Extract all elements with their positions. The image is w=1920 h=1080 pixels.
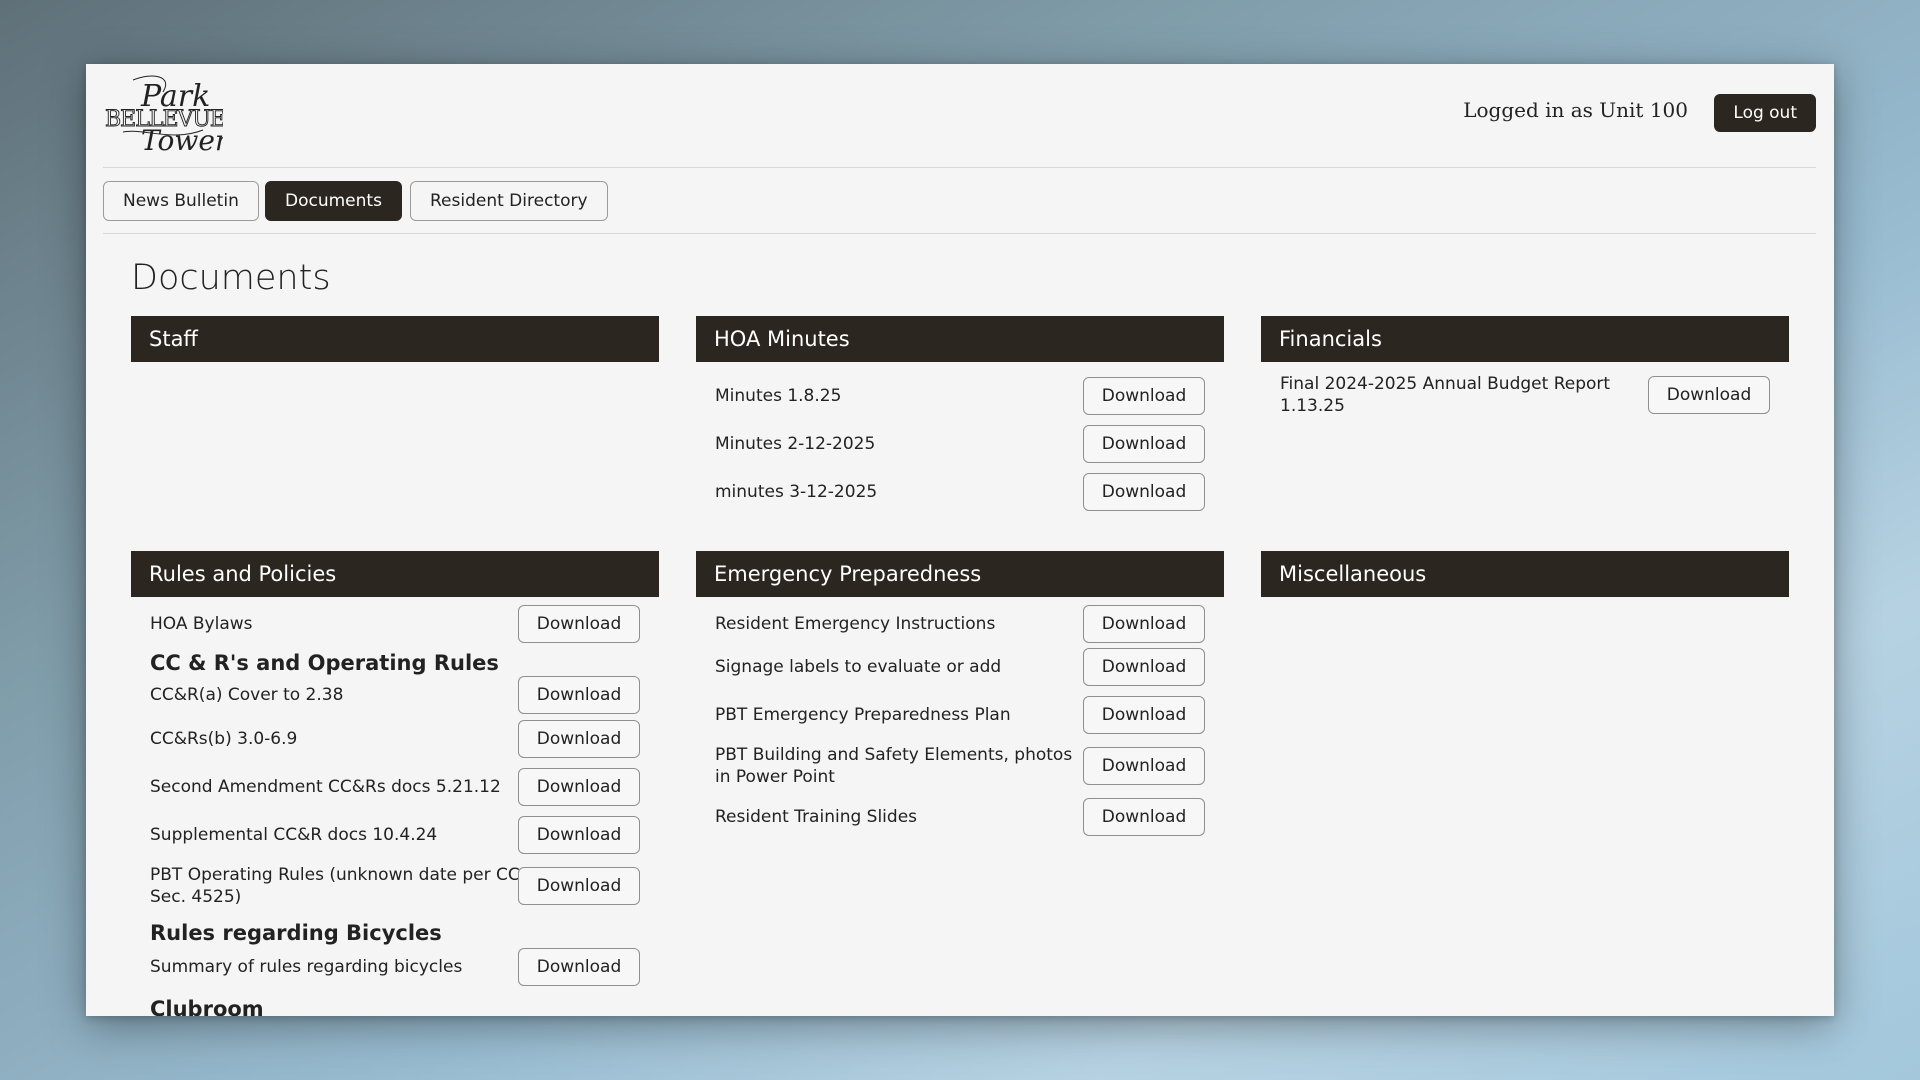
download-button[interactable]: Download xyxy=(1648,376,1770,414)
section-financials: Financials Final 2024-2025 Annual Budget… xyxy=(1261,316,1789,420)
document-name: CC&R(a) Cover to 2.38 xyxy=(150,685,344,705)
download-button[interactable]: Download xyxy=(1083,425,1205,463)
download-button[interactable]: Download xyxy=(518,605,640,643)
section-miscellaneous: Miscellaneous xyxy=(1261,551,1789,597)
download-button[interactable]: Download xyxy=(518,948,640,986)
list-item: Final 2024-2025 Annual Budget Report 1.1… xyxy=(1261,370,1789,420)
section-header-rules: Rules and Policies xyxy=(131,551,659,597)
list-item: PBT Building and Safety Elements, photos… xyxy=(696,739,1224,793)
document-name: Resident Training Slides xyxy=(715,807,918,827)
download-button[interactable]: Download xyxy=(1083,473,1205,511)
browser-window: Park BELLEVUE Tower Logged in as Unit 10… xyxy=(86,64,1834,1016)
document-name: Resident Emergency Instructions xyxy=(715,614,996,634)
subheading-clubroom: Clubroom xyxy=(150,997,264,1016)
document-name: Summary of rules regarding bicycles xyxy=(150,957,463,977)
list-item: Supplemental CC&R docs 10.4.24 Download xyxy=(131,811,659,859)
download-button[interactable]: Download xyxy=(518,816,640,854)
document-name: PBT Operating Rules (unknown date per CC… xyxy=(150,865,520,907)
login-status: Logged in as Unit 100 xyxy=(1463,98,1688,122)
download-button[interactable]: Download xyxy=(518,676,640,714)
list-item: Signage labels to evaluate or add Downlo… xyxy=(696,643,1224,691)
document-name: Supplemental CC&R docs 10.4.24 xyxy=(150,825,438,845)
tab-resident-directory[interactable]: Resident Directory xyxy=(410,181,608,221)
subheading-ccrs: CC & R's and Operating Rules xyxy=(150,651,499,675)
section-hoa-minutes: HOA Minutes Minutes 1.8.25 Download Minu… xyxy=(696,316,1224,516)
tab-news-bulletin[interactable]: News Bulletin xyxy=(103,181,259,221)
logout-button[interactable]: Log out xyxy=(1714,94,1816,132)
list-item: CC&R(a) Cover to 2.38 Download xyxy=(131,675,659,715)
top-bar: Park BELLEVUE Tower Logged in as Unit 10… xyxy=(103,64,1816,168)
svg-text:Tower: Tower xyxy=(141,124,223,156)
list-item: PBT Emergency Preparedness Plan Download xyxy=(696,691,1224,739)
list-item: PBT Operating Rules (unknown date per CC… xyxy=(131,859,659,913)
document-name: PBT Emergency Preparedness Plan xyxy=(715,705,1011,725)
download-button[interactable]: Download xyxy=(1083,747,1205,785)
page-title: Documents xyxy=(131,258,331,298)
nav-tabs: News Bulletin Documents Resident Directo… xyxy=(103,168,1816,234)
download-button[interactable]: Download xyxy=(518,768,640,806)
document-name: Signage labels to evaluate or add xyxy=(715,657,1002,677)
section-staff: Staff xyxy=(131,316,659,362)
section-header-miscellaneous: Miscellaneous xyxy=(1261,551,1789,597)
download-button[interactable]: Download xyxy=(1083,696,1205,734)
section-header-hoa-minutes: HOA Minutes xyxy=(696,316,1224,362)
subheading-bicycles: Rules regarding Bicycles xyxy=(150,921,442,945)
download-button[interactable]: Download xyxy=(1083,798,1205,836)
download-button[interactable]: Download xyxy=(518,867,640,905)
download-button[interactable]: Download xyxy=(1083,605,1205,643)
section-header-financials: Financials xyxy=(1261,316,1789,362)
list-item: Resident Training Slides Download xyxy=(696,793,1224,841)
list-item: HOA Bylaws Download xyxy=(131,605,659,643)
download-button[interactable]: Download xyxy=(518,720,640,758)
list-item: CC&Rs(b) 3.0-6.9 Download xyxy=(131,715,659,763)
list-item: minutes 3-12-2025 Download xyxy=(696,468,1224,516)
download-button[interactable]: Download xyxy=(1083,648,1205,686)
section-rules-and-policies: Rules and Policies HOA Bylaws Download C… xyxy=(131,551,659,1016)
list-item: Minutes 2-12-2025 Download xyxy=(696,420,1224,468)
list-item: Resident Emergency Instructions Download xyxy=(696,605,1224,643)
document-name: Minutes 1.8.25 xyxy=(715,386,842,406)
download-button[interactable]: Download xyxy=(1083,377,1205,415)
list-item: Second Amendment CC&Rs docs 5.21.12 Down… xyxy=(131,763,659,811)
park-bellevue-tower-logo[interactable]: Park BELLEVUE Tower xyxy=(103,72,230,157)
document-name: minutes 3-12-2025 xyxy=(715,482,878,502)
document-name: Final 2024-2025 Annual Budget Report 1.1… xyxy=(1280,374,1611,416)
document-name: CC&Rs(b) 3.0-6.9 xyxy=(150,729,298,749)
tab-documents[interactable]: Documents xyxy=(265,181,402,221)
document-name: Minutes 2-12-2025 xyxy=(715,434,876,454)
document-name: PBT Building and Safety Elements, photos… xyxy=(715,745,1073,787)
section-header-emergency: Emergency Preparedness xyxy=(696,551,1224,597)
section-header-staff: Staff xyxy=(131,316,659,362)
list-item: Minutes 1.8.25 Download xyxy=(696,372,1224,420)
document-name: HOA Bylaws xyxy=(150,614,253,634)
list-item: Summary of rules regarding bicycles Down… xyxy=(131,945,659,989)
section-emergency-preparedness: Emergency Preparedness Resident Emergenc… xyxy=(696,551,1224,841)
document-name: Second Amendment CC&Rs docs 5.21.12 xyxy=(150,777,501,797)
